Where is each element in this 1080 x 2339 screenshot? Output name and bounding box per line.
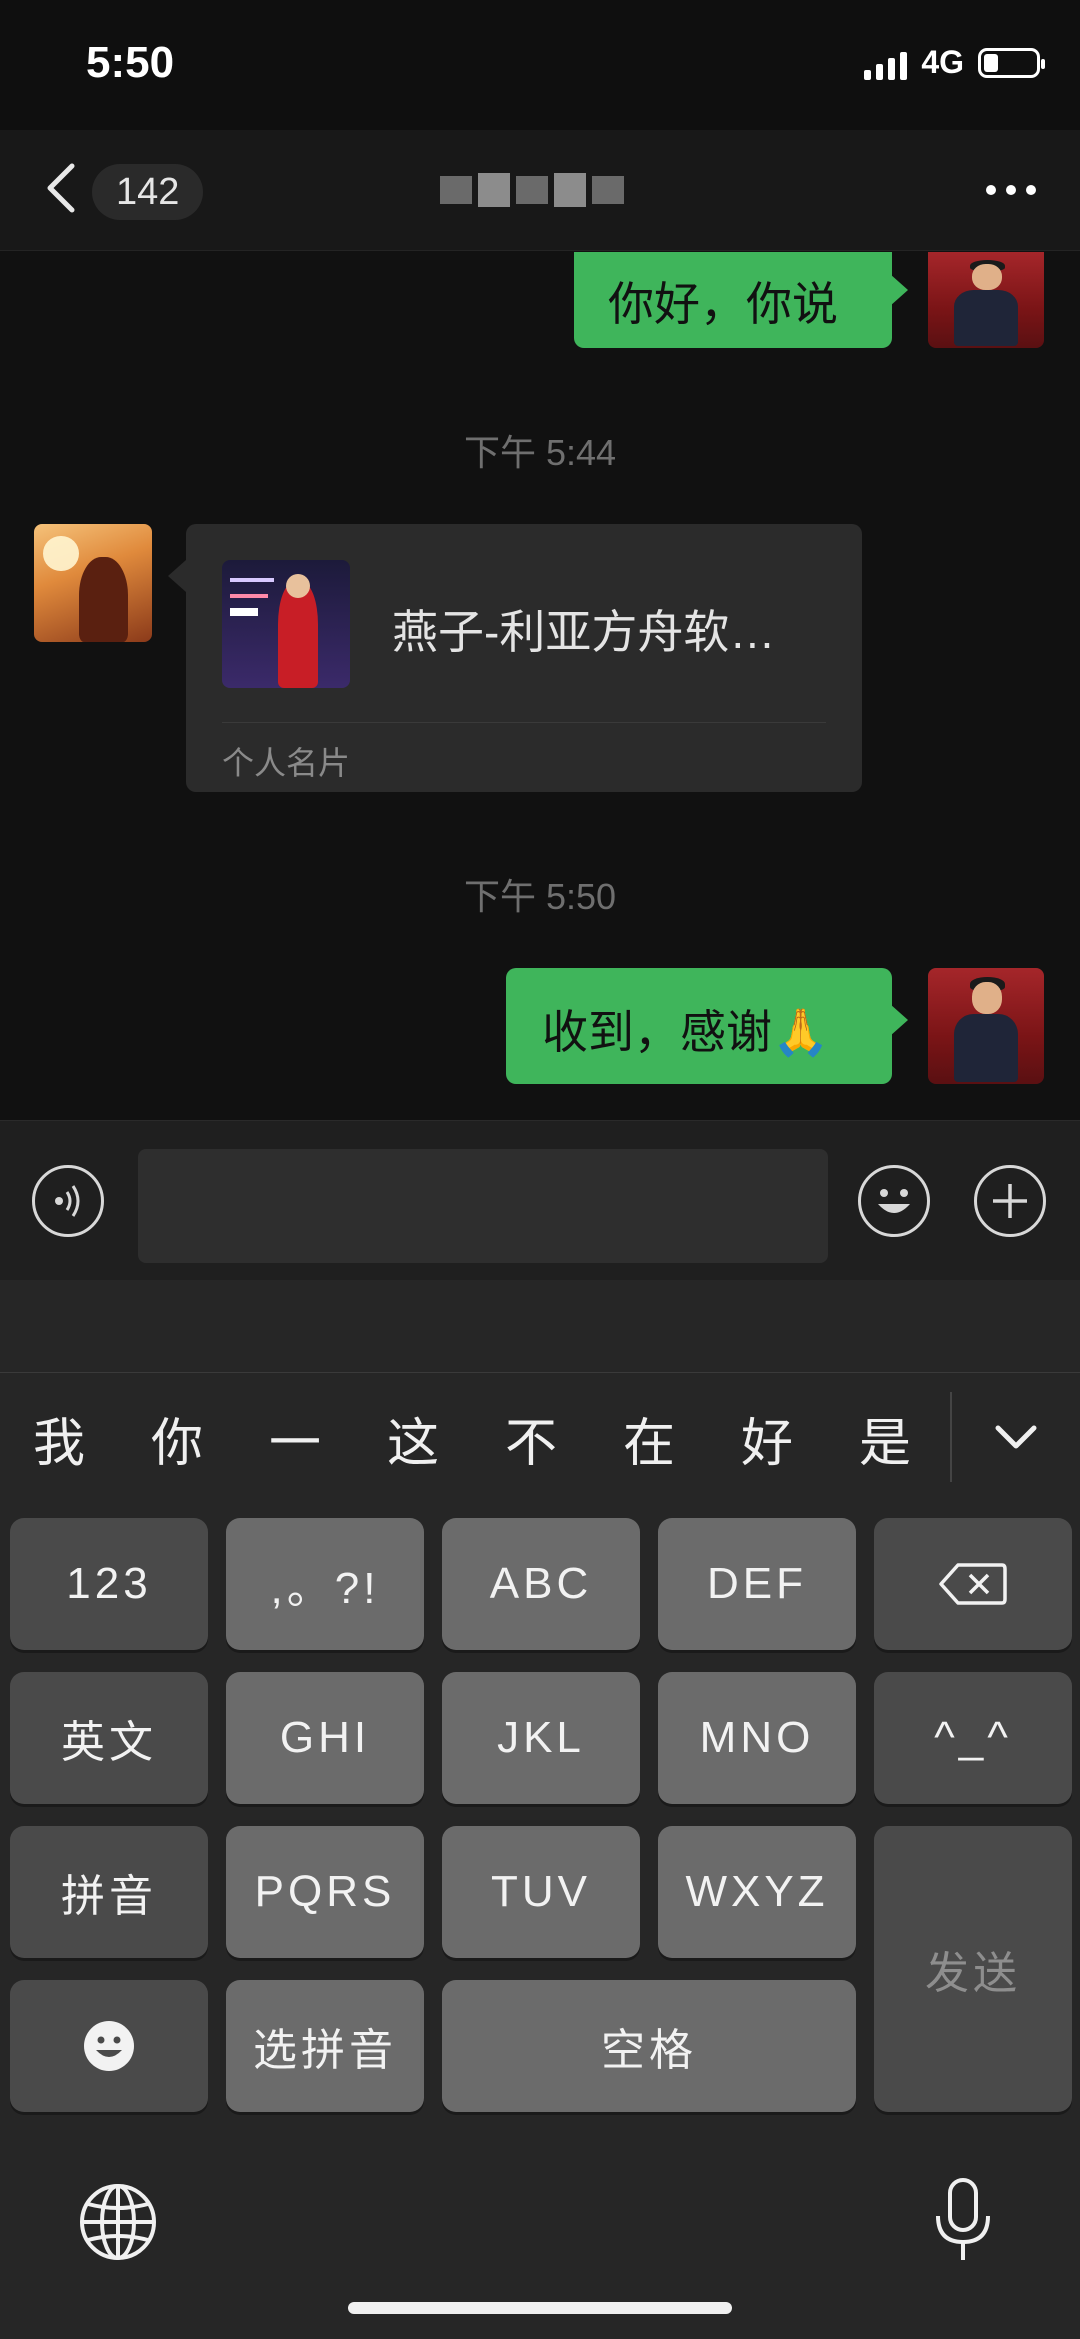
candidate-word[interactable]: 在	[590, 1401, 708, 1476]
key-emoticon[interactable]: ^_^	[874, 1672, 1072, 1804]
toolbar-band	[0, 1280, 1080, 1373]
more-icon[interactable]	[986, 185, 1036, 195]
message-input[interactable]	[138, 1149, 828, 1263]
contact-card-name: 燕子-利亚方舟软…	[392, 606, 776, 658]
emoji-key[interactable]	[10, 1980, 208, 2112]
status-indicators: 4G	[864, 44, 1045, 81]
globe-icon[interactable]	[78, 2182, 158, 2262]
candidate-separator	[950, 1392, 952, 1482]
keyboard-panel: 我 你 一 这 不 在 好 是	[0, 1280, 1080, 2339]
key-tuv[interactable]: TUV	[442, 1826, 640, 1958]
key-wxyz[interactable]: WXYZ	[658, 1826, 856, 1958]
message-text: 你好，你说	[608, 278, 838, 330]
mic-icon[interactable]	[928, 2176, 998, 2266]
home-indicator	[348, 2302, 732, 2314]
message-timestamp: 下午 5:44	[463, 432, 617, 473]
outgoing-message[interactable]: 你好，你说	[574, 252, 908, 348]
candidate-word[interactable]: 不	[472, 1401, 590, 1476]
key-select-pinyin[interactable]: 选拼音	[226, 1980, 424, 2112]
candidate-bar: 我 你 一 这 不 在 好 是	[0, 1378, 950, 1498]
input-bar	[0, 1120, 1080, 1281]
key-punctuation[interactable]: ,。?!	[226, 1518, 424, 1650]
message-text: 收到，感谢🙏	[542, 1006, 830, 1058]
key-mno[interactable]: MNO	[658, 1672, 856, 1804]
network-label: 4G	[921, 44, 964, 80]
emoji-icon[interactable]	[858, 1165, 930, 1237]
key-jkl[interactable]: JKL	[442, 1672, 640, 1804]
my-avatar[interactable]	[928, 252, 1044, 348]
contact-avatar[interactable]	[34, 524, 152, 642]
candidate-word[interactable]: 一	[236, 1401, 354, 1476]
unread-count-badge[interactable]: 142	[92, 164, 204, 220]
key-english[interactable]: 英文	[10, 1672, 208, 1804]
battery-icon	[978, 47, 1045, 78]
candidate-word[interactable]: 你	[118, 1401, 236, 1476]
key-123[interactable]: 123	[10, 1518, 208, 1650]
back-icon[interactable]	[38, 158, 88, 218]
smiley-icon	[84, 2021, 134, 2071]
candidate-word[interactable]: 这	[354, 1401, 472, 1476]
my-avatar[interactable]	[928, 968, 1044, 1084]
key-pinyin[interactable]: 拼音	[10, 1826, 208, 1958]
collapse-icon[interactable]	[990, 1410, 1042, 1462]
backspace-key[interactable]	[874, 1518, 1072, 1650]
space-key[interactable]: 空格	[442, 1980, 856, 2112]
contact-card-type: 个人名片	[222, 745, 351, 781]
candidate-word[interactable]: 是	[826, 1401, 944, 1476]
send-key[interactable]: 发送	[874, 1826, 1072, 2112]
key-def[interactable]: DEF	[658, 1518, 856, 1650]
backspace-icon	[939, 1563, 1007, 1605]
chat-header: 142	[0, 130, 1080, 251]
message-timestamp: 下午 5:50	[463, 876, 617, 917]
candidate-word[interactable]: 我	[0, 1401, 118, 1476]
plus-icon[interactable]	[974, 1165, 1046, 1237]
candidate-word[interactable]: 好	[708, 1401, 826, 1476]
card-divider	[222, 722, 826, 723]
status-time: 5:50	[86, 38, 175, 87]
key-ghi[interactable]: GHI	[226, 1672, 424, 1804]
voice-icon[interactable]	[32, 1165, 104, 1237]
contact-card-message[interactable]: 燕子-利亚方舟软… 个人名片	[168, 524, 862, 792]
chat-title-blurred	[440, 150, 650, 230]
key-abc[interactable]: ABC	[442, 1518, 640, 1650]
contact-card-thumbnail	[222, 560, 350, 688]
key-pqrs[interactable]: PQRS	[226, 1826, 424, 1958]
signal-icon	[864, 46, 908, 80]
outgoing-message[interactable]: 收到，感谢🙏	[506, 968, 908, 1084]
status-bar: 5:50 4G	[0, 0, 1080, 130]
